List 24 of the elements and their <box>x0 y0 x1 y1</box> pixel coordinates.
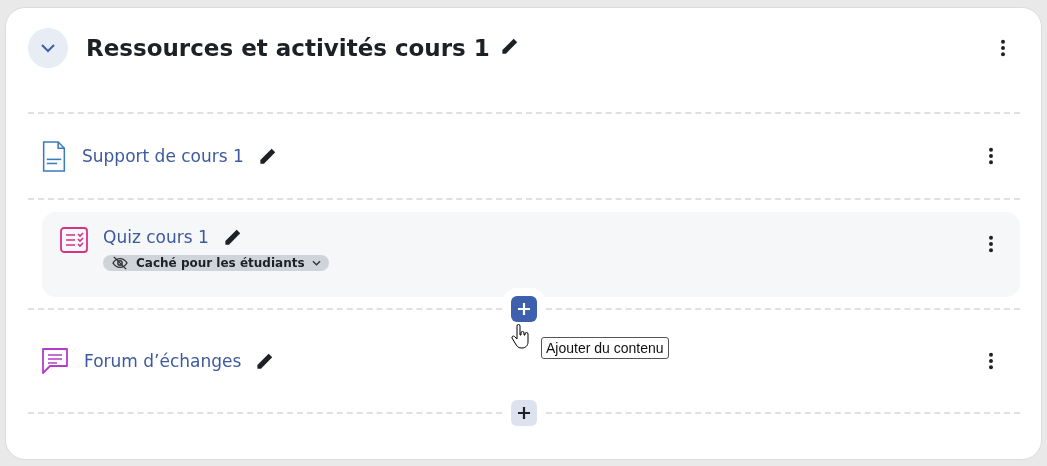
activity-link[interactable]: Forum d’échanges <box>84 351 242 371</box>
visibility-dropdown[interactable]: Caché pour les étudiants <box>103 255 329 271</box>
pencil-icon[interactable] <box>255 351 275 371</box>
activity-link[interactable]: Support de cours 1 <box>82 146 244 166</box>
pdf-file-icon <box>41 140 67 172</box>
more-options-icon[interactable] <box>988 352 994 370</box>
collapse-toggle-button[interactable] <box>28 27 68 68</box>
pencil-icon[interactable] <box>499 36 519 56</box>
forum-chat-icon <box>41 347 69 375</box>
pencil-icon[interactable] <box>222 227 242 247</box>
activity-link[interactable]: Quiz cours 1 <box>103 227 209 247</box>
plus-icon <box>517 406 531 420</box>
more-options-icon[interactable] <box>988 235 994 253</box>
more-options-icon[interactable] <box>1000 38 1006 57</box>
quiz-icon <box>60 227 88 253</box>
eye-slash-icon <box>111 256 129 270</box>
chevron-icon <box>40 42 56 53</box>
tooltip: Ajouter du contenu <box>541 337 669 359</box>
pencil-icon[interactable] <box>257 146 277 166</box>
hand-cursor-icon <box>511 324 531 350</box>
more-options-icon[interactable] <box>988 147 994 165</box>
plus-icon <box>517 302 531 316</box>
section-title: Ressources et activités cours 1 <box>86 34 519 61</box>
caret-icon <box>311 260 321 266</box>
